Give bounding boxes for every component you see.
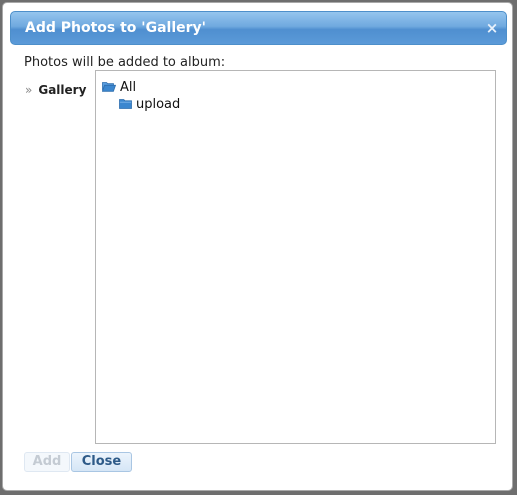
dialog-titlebar[interactable]: Add Photos to 'Gallery' × xyxy=(10,11,507,45)
album-name: Gallery xyxy=(38,83,87,97)
tree-item-label: All xyxy=(120,80,137,95)
tree-item-all[interactable]: All xyxy=(102,80,136,96)
album-label: » Gallery xyxy=(25,82,86,98)
folder-tree[interactable]: All upload xyxy=(95,70,496,444)
add-photos-dialog: Add Photos to 'Gallery' × Photos will be… xyxy=(2,2,513,491)
close-icon[interactable]: × xyxy=(484,20,500,36)
dialog-title: Add Photos to 'Gallery' xyxy=(25,20,206,36)
tree-item-upload[interactable]: upload xyxy=(119,97,180,113)
add-button[interactable]: Add xyxy=(24,452,70,472)
tree-item-label: upload xyxy=(136,97,181,112)
folder-icon xyxy=(119,99,132,109)
info-text: Photos will be added to album: xyxy=(24,55,226,70)
folder-open-icon xyxy=(102,82,116,92)
close-button[interactable]: Close xyxy=(71,452,132,472)
album-marker: » xyxy=(25,83,33,97)
